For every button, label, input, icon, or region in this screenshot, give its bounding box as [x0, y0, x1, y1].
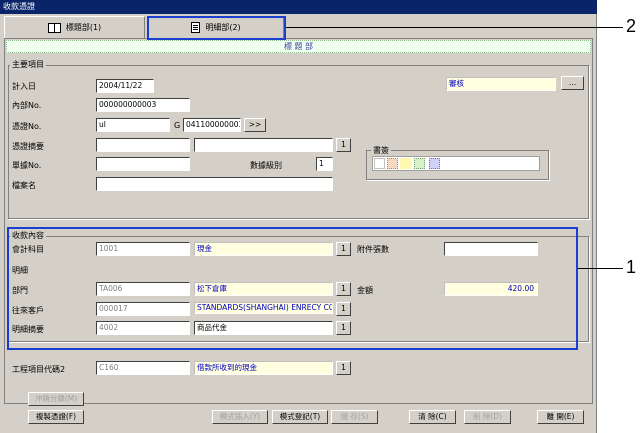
- internal-no-field[interactable]: 000000000003: [96, 98, 190, 112]
- callout-box-1: [7, 227, 578, 350]
- bookmark-swatch-orange[interactable]: [387, 158, 398, 169]
- tab-header-label: 標題部(1): [65, 23, 102, 32]
- template-register-button[interactable]: 模式登記(T): [272, 410, 328, 424]
- voucher-next-button[interactable]: >>: [244, 118, 266, 132]
- voucher-window: 收款憑證 標題部(1) 明細部(2) 標 題 部 主要項目 計入日 2004/1…: [0, 0, 597, 433]
- entry-date-field[interactable]: 2004/11/22: [96, 79, 154, 93]
- voucher-summary-label: 憑證摘要: [12, 142, 44, 151]
- file-name-field[interactable]: [96, 177, 333, 191]
- voucher-summary-button[interactable]: 1: [336, 138, 351, 152]
- bookmark-swatch-green[interactable]: [414, 158, 425, 169]
- reverse-entry-button[interactable]: 沖銷分錄(M): [28, 392, 84, 406]
- save-button[interactable]: 儲 存(S): [331, 410, 378, 424]
- voucher-no-secondary-field[interactable]: 041100000003: [183, 118, 241, 132]
- bookmark-title: 書簽: [371, 145, 391, 156]
- voucher-no-field[interactable]: ul: [96, 118, 170, 132]
- book-icon: [47, 22, 61, 33]
- bill-no-field[interactable]: [96, 157, 190, 171]
- file-name-label: 檔案名: [12, 181, 36, 190]
- voucher-no-label: 憑證No.: [12, 122, 42, 131]
- bookmark-swatch-white[interactable]: [374, 158, 385, 169]
- bill-no-label: 單據No.: [12, 161, 42, 170]
- callout-line-2: [286, 27, 623, 28]
- data-level-label: 數據級別: [250, 161, 282, 170]
- tab-header[interactable]: 標題部(1): [4, 16, 145, 38]
- voucher-prefix: G: [174, 121, 181, 130]
- voucher-summary-code-field[interactable]: [96, 138, 190, 152]
- copy-voucher-button[interactable]: 複製憑證(F): [28, 410, 84, 424]
- callout-number-2: 2: [626, 16, 637, 36]
- approval-field[interactable]: 審核: [446, 77, 556, 91]
- project-lookup-button[interactable]: 1: [336, 361, 351, 375]
- entry-date-label: 計入日: [12, 82, 36, 91]
- window-title: 收款憑證: [0, 0, 597, 14]
- delete-button[interactable]: 削 除(D): [464, 410, 511, 424]
- template-insert-button[interactable]: 模式插入(Y): [212, 410, 268, 424]
- voucher-summary-field[interactable]: [194, 138, 333, 152]
- data-level-field[interactable]: 1: [316, 157, 333, 171]
- close-button[interactable]: 離 開(E): [537, 410, 584, 424]
- bookmark-swatch-blue[interactable]: [429, 158, 440, 169]
- approval-lookup-button[interactable]: ...: [561, 76, 584, 90]
- section-header-bar: 標 題 部: [6, 40, 591, 53]
- bookmark-swatch-yellow[interactable]: [400, 158, 411, 169]
- callout-number-1: 1: [626, 257, 637, 277]
- project-name-field[interactable]: 借款所收到的現金: [194, 361, 333, 375]
- clear-button[interactable]: 清 除(C): [409, 410, 456, 424]
- callout-line-1: [578, 268, 623, 269]
- internal-no-label: 內部No.: [12, 101, 42, 110]
- project-code-label: 工程項目代碼2: [12, 365, 66, 374]
- main-items-title: 主要項目: [10, 59, 46, 70]
- callout-box-2: [147, 16, 286, 40]
- project-code-field[interactable]: C160: [96, 361, 190, 375]
